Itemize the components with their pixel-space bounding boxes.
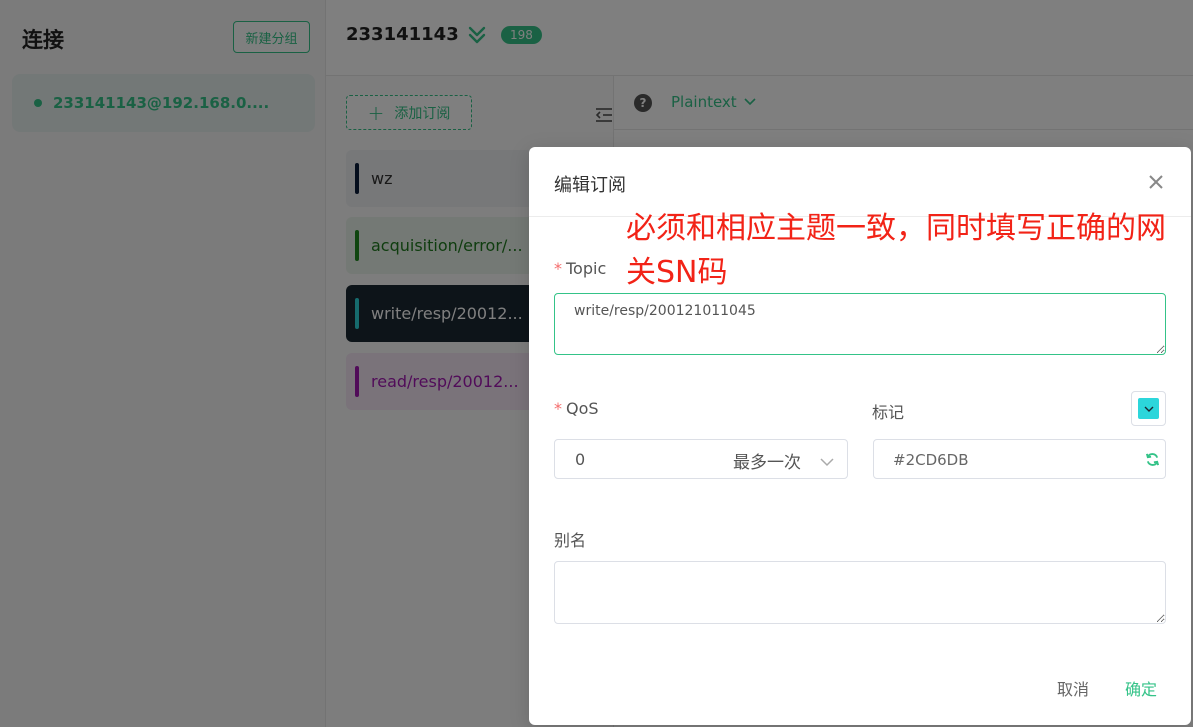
alias-input[interactable] — [554, 561, 1166, 624]
qos-select[interactable]: 0 最多一次 — [554, 439, 848, 479]
required-asterisk: * — [554, 399, 562, 418]
topic-label-text: Topic — [566, 259, 607, 278]
chevron-down-icon — [820, 458, 834, 467]
topic-label: * Topic — [554, 259, 606, 278]
qos-description: 最多一次 — [733, 453, 801, 473]
edit-subscription-dialog: 编辑订阅 必须和相应主题一致，同时填写正确的网关SN码 * Topic write… — [529, 147, 1191, 725]
red-annotation-text: 必须和相应主题一致，同时填写正确的网关SN码 — [626, 211, 1166, 290]
refresh-icon[interactable] — [1145, 452, 1160, 467]
required-asterisk: * — [554, 259, 562, 278]
chevron-down-icon — [1144, 406, 1153, 412]
qos-label-text: QoS — [566, 399, 599, 418]
confirm-button[interactable]: 确定 — [1125, 676, 1157, 700]
cancel-button[interactable]: 取消 — [1057, 676, 1089, 700]
topic-input[interactable]: write/resp/200121011045 — [554, 293, 1166, 355]
color-picker-button[interactable] — [1131, 391, 1166, 426]
color-value: #2CD6DB — [893, 451, 969, 469]
alias-label: 别名 — [554, 531, 587, 550]
color-swatch — [1138, 398, 1159, 419]
color-label: 标记 — [872, 403, 905, 422]
close-icon[interactable] — [1148, 174, 1164, 190]
color-input[interactable]: #2CD6DB — [873, 439, 1166, 479]
dialog-title: 编辑订阅 — [554, 175, 626, 196]
qos-value: 0 — [575, 450, 586, 469]
qos-label: * QoS — [554, 399, 599, 418]
